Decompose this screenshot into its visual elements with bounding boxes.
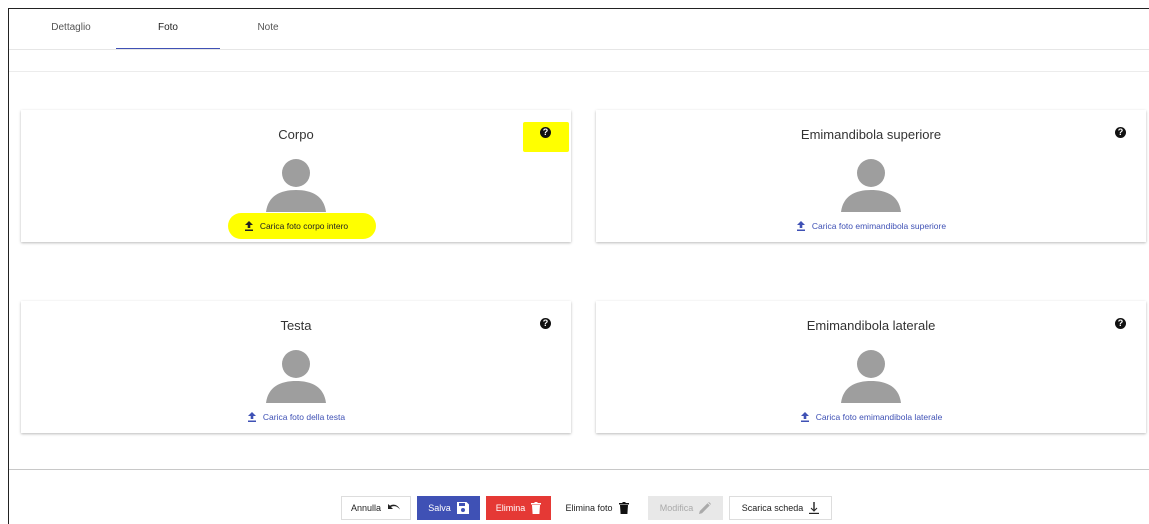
download-icon <box>809 502 820 514</box>
tab-foto[interactable]: Foto <box>116 9 220 49</box>
upload-label: Carica foto corpo intero <box>259 220 349 231</box>
help-icon[interactable]: ? <box>1115 127 1126 138</box>
help-icon[interactable]: ? <box>540 318 551 329</box>
elimina-label: Elimina <box>495 503 526 513</box>
elimina-foto-button[interactable]: Elimina foto <box>557 496 637 520</box>
photo-card-emimandibola-laterale: Emimandibola laterale ? Carica foto emim… <box>596 301 1146 433</box>
card-title: Emimandibola laterale <box>806 318 936 333</box>
photo-card-testa: Testa ? Carica foto della testa <box>21 301 571 433</box>
upload-label: Carica foto della testa <box>262 411 346 422</box>
modifica-button[interactable]: Modifica <box>648 496 723 520</box>
upload-icon <box>244 220 253 231</box>
tab-dettaglio[interactable]: Dettaglio <box>19 9 123 49</box>
upload-icon <box>800 411 809 422</box>
upload-icon <box>247 411 256 422</box>
footer-divider <box>9 469 1149 470</box>
help-icon[interactable]: ? <box>1115 318 1126 329</box>
upload-label: Carica foto emimandibola laterale <box>815 411 943 422</box>
photo-card-corpo: Corpo ? Carica foto corpo intero <box>21 110 571 242</box>
salva-label: Salva <box>428 503 451 513</box>
annulla-label: Annulla <box>350 503 382 513</box>
person-placeholder-icon <box>841 159 901 212</box>
person-placeholder-icon <box>266 350 326 403</box>
undo-icon <box>388 504 401 510</box>
upload-icon <box>796 220 805 231</box>
photo-card-emimandibola-superiore: Emimandibola superiore ? Carica foto emi… <box>596 110 1146 242</box>
upload-button-testa[interactable]: Carica foto della testa <box>21 411 571 422</box>
person-placeholder-icon <box>266 159 326 212</box>
card-title: Testa <box>280 318 312 333</box>
app-frame: Dettaglio Foto Note Corpo ? Carica foto … <box>8 8 1149 524</box>
trash-icon <box>531 502 542 514</box>
tab-bar: Dettaglio Foto Note <box>9 9 1149 50</box>
trash-icon <box>618 502 629 514</box>
pencil-icon <box>699 502 712 514</box>
person-placeholder-icon <box>841 350 901 403</box>
tab-note[interactable]: Note <box>216 9 320 49</box>
annulla-button[interactable]: Annulla <box>341 496 411 520</box>
help-icon[interactable]: ? <box>540 127 551 138</box>
elimina-foto-label: Elimina foto <box>565 503 613 513</box>
scarica-scheda-label: Scarica scheda <box>741 503 804 513</box>
card-title: Corpo <box>278 127 314 142</box>
upload-button-emimandibola-superiore[interactable]: Carica foto emimandibola superiore <box>596 220 1146 231</box>
section-divider <box>9 71 1149 72</box>
modifica-label: Modifica <box>659 503 694 513</box>
upload-button-corpo[interactable]: Carica foto corpo intero <box>21 220 571 231</box>
salva-button[interactable]: Salva <box>417 496 480 520</box>
elimina-button[interactable]: Elimina <box>486 496 551 520</box>
card-title: Emimandibola superiore <box>800 127 942 142</box>
floppy-disk-icon <box>456 502 469 514</box>
upload-button-emimandibola-laterale[interactable]: Carica foto emimandibola laterale <box>596 411 1146 422</box>
scarica-scheda-button[interactable]: Scarica scheda <box>729 496 832 520</box>
upload-label: Carica foto emimandibola superiore <box>811 220 947 231</box>
